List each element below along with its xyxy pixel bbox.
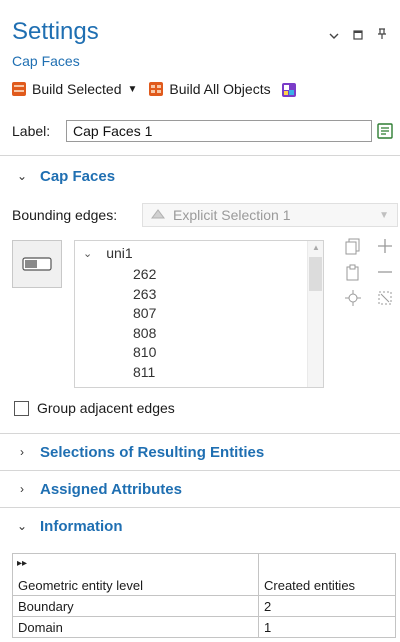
- toggle-icon: [22, 257, 52, 271]
- scroll-up-icon[interactable]: ▲: [310, 243, 322, 255]
- restore-icon[interactable]: [352, 29, 364, 43]
- list-item[interactable]: 262: [133, 265, 156, 285]
- build-all-icon: [149, 82, 164, 96]
- add-icon[interactable]: [376, 238, 394, 256]
- table-cell: Domain: [12, 616, 259, 638]
- table-header[interactable]: ▸▸ Geometric entity level: [12, 553, 259, 596]
- header-label: Geometric entity level: [18, 578, 143, 593]
- chevron-right-icon: ›: [20, 445, 24, 459]
- window-controls: [328, 28, 388, 43]
- list-item[interactable]: 810: [133, 343, 156, 363]
- group-adjacent-edges-label: Group adjacent edges: [37, 400, 175, 416]
- build-all-objects-button[interactable]: Build All Objects: [149, 81, 271, 97]
- list-item[interactable]: 263: [133, 285, 156, 305]
- build-selected-button[interactable]: Build Selected ▼: [12, 81, 149, 97]
- section-label: Cap Faces: [40, 167, 116, 185]
- paste-icon[interactable]: [344, 264, 362, 282]
- label-edit-icon: [377, 123, 393, 139]
- table-cell: Boundary: [12, 595, 259, 617]
- bounding-edges-select[interactable]: Explicit Selection 1 ▼: [142, 203, 398, 227]
- section-information[interactable]: ⌄ Information: [0, 508, 400, 544]
- list-root-label: uni1: [106, 245, 133, 261]
- selection-icon: [151, 208, 165, 223]
- section-selections-of-resulting-entities[interactable]: › Selections of Resulting Entities: [0, 434, 400, 470]
- section-label: Assigned Attributes: [40, 480, 182, 498]
- toolbar: Build Selected ▼ Build All Objects: [12, 78, 301, 100]
- group-adjacent-edges-checkbox[interactable]: [14, 400, 29, 416]
- label-input[interactable]: [66, 120, 372, 142]
- remove-icon[interactable]: [376, 264, 394, 282]
- zoom-to-selection-icon[interactable]: [344, 290, 362, 308]
- table-header-row: ▸▸ Geometric entity level Created entiti…: [12, 553, 396, 596]
- chevron-right-icon: ›: [20, 482, 24, 496]
- table-row[interactable]: Boundary 2: [12, 595, 396, 617]
- build-selected-icon: [12, 82, 26, 96]
- active-toggle-button[interactable]: [12, 240, 62, 288]
- bounding-edges-label: Bounding edges:: [12, 207, 118, 223]
- list-scrollbar[interactable]: ▲: [307, 241, 323, 387]
- information-table: ▸▸ Geometric entity level Created entiti…: [12, 553, 396, 638]
- list-item[interactable]: 811: [133, 363, 156, 383]
- clear-selection-icon[interactable]: [376, 290, 394, 308]
- section-assigned-attributes[interactable]: › Assigned Attributes: [0, 471, 400, 507]
- list-root[interactable]: ⌄ uni1: [83, 245, 133, 261]
- expand-columns-icon[interactable]: ▸▸: [17, 558, 27, 569]
- bounding-edges-value: Explicit Selection 1: [173, 207, 291, 223]
- copy-icon[interactable]: [344, 238, 362, 256]
- page-subtitle: Cap Faces: [12, 53, 80, 69]
- chevron-down-icon[interactable]: ▼: [128, 84, 138, 95]
- list-item[interactable]: 807: [133, 304, 156, 324]
- chevron-down-icon: ⌄: [16, 169, 28, 183]
- divider: [0, 155, 400, 156]
- chevron-down-icon[interactable]: ⌄: [83, 247, 92, 260]
- section-label: Selections of Resulting Entities: [40, 443, 265, 461]
- chevron-down-icon[interactable]: [328, 29, 340, 43]
- pin-icon[interactable]: [376, 28, 388, 43]
- group-adjacent-edges-row: Group adjacent edges: [14, 400, 175, 416]
- selection-list[interactable]: ⌄ uni1 262 263 807 808 810 811 ▲: [74, 240, 324, 388]
- scroll-thumb[interactable]: [309, 257, 322, 291]
- build-selected-label: Build Selected: [32, 81, 122, 97]
- chevron-down-icon: ⌄: [16, 519, 28, 533]
- reset-label-button[interactable]: [374, 120, 396, 142]
- label-caption: Label:: [12, 123, 51, 139]
- geometry-objects-icon[interactable]: [281, 82, 296, 97]
- table-cell: 2: [258, 595, 396, 617]
- table-header[interactable]: Created entities: [258, 553, 396, 596]
- list-item[interactable]: 808: [133, 324, 156, 344]
- section-cap-faces[interactable]: ⌄ Cap Faces: [0, 158, 400, 194]
- table-row[interactable]: Domain 1: [12, 616, 396, 638]
- label-row: Label:: [12, 120, 393, 142]
- section-label: Information: [40, 517, 123, 535]
- table-cell: 1: [258, 616, 396, 638]
- page-title: Settings: [12, 18, 99, 45]
- chevron-down-icon: ▼: [379, 209, 389, 221]
- header-label: Created entities: [264, 578, 356, 593]
- build-all-label: Build All Objects: [169, 81, 271, 97]
